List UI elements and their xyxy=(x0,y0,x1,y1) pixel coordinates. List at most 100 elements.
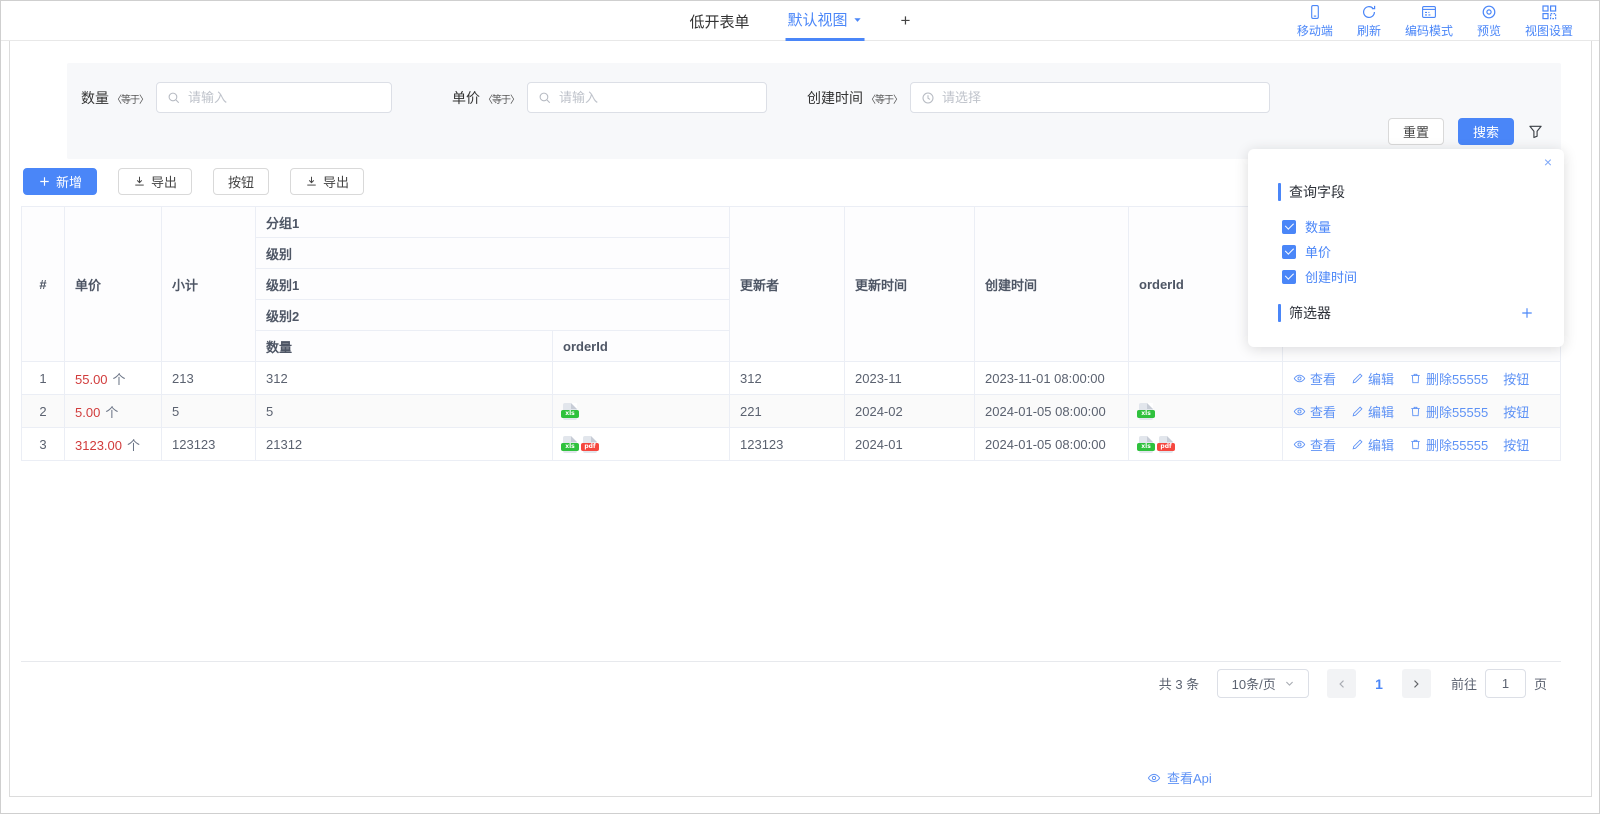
view-link[interactable]: 查看 xyxy=(1293,402,1336,421)
search-icon xyxy=(167,91,181,105)
update-time-cell: 2024-01 xyxy=(845,428,975,461)
checkbox-checked-icon[interactable] xyxy=(1282,270,1296,284)
view-settings-button[interactable]: 视图设置 xyxy=(1525,4,1573,39)
goto-page-input[interactable] xyxy=(1485,669,1526,698)
next-page-button[interactable] xyxy=(1402,669,1431,698)
col-subtotal: 小计 xyxy=(162,207,256,362)
pdf-file-icon[interactable]: pdf xyxy=(1159,436,1173,453)
search-button[interactable]: 搜索 xyxy=(1458,118,1514,145)
pencil-icon xyxy=(1351,438,1364,451)
nested-order-id-cell: xls xyxy=(553,395,730,428)
add-filter-plus-icon[interactable] xyxy=(1520,306,1534,320)
search-fields-row: 数量 〈等于〉 单价 〈等于〉 xyxy=(67,63,1561,113)
order-id-cell: xlspdf xyxy=(1129,428,1283,461)
edit-link[interactable]: 编辑 xyxy=(1351,435,1394,454)
excel-file-icon[interactable]: xls xyxy=(563,403,577,420)
close-icon[interactable]: × xyxy=(1544,155,1552,169)
generic-button[interactable]: 按钮 xyxy=(213,168,269,195)
checkbox-checked-icon[interactable] xyxy=(1282,245,1296,259)
view-settings-icon xyxy=(1541,4,1557,20)
excel-file-icon[interactable]: xls xyxy=(1139,436,1153,453)
page-size-select[interactable]: 10条/页 xyxy=(1217,669,1309,698)
add-button[interactable]: 新增 xyxy=(23,168,97,195)
current-page[interactable]: 1 xyxy=(1375,676,1383,692)
code-mode-button[interactable]: 编码模式 xyxy=(1405,4,1453,39)
reset-button[interactable]: 重置 xyxy=(1388,118,1444,145)
query-fields-title: 查询字段 xyxy=(1278,182,1564,202)
price-cell: 5.00个 xyxy=(65,395,162,428)
filters-title: 筛选器 xyxy=(1278,303,1331,323)
excel-file-icon[interactable]: xls xyxy=(1139,403,1153,420)
create-time-cell: 2023-11-01 08:00:00 xyxy=(975,362,1129,395)
col-level2: 级别2 xyxy=(256,300,730,331)
view-api-link[interactable]: 查看Api xyxy=(1147,768,1212,787)
mobile-preview-button[interactable]: 移动端 xyxy=(1297,4,1333,39)
col-nested-order-id: orderId xyxy=(553,331,730,362)
delete-link[interactable]: 删除55555 xyxy=(1409,435,1488,454)
table-row: 3 3123.00个 123123 21312 xlspdf 123123 20… xyxy=(22,428,1561,461)
create-time-cell: 2024-01-05 08:00:00 xyxy=(975,395,1129,428)
chevron-right-icon xyxy=(1410,678,1422,690)
col-create-time: 创建时间 xyxy=(975,207,1129,362)
clock-icon xyxy=(921,91,935,105)
excel-file-icon[interactable]: xls xyxy=(563,436,577,453)
tab-default-view[interactable]: 默认视图 xyxy=(786,1,865,41)
row-button-link[interactable]: 按钮 xyxy=(1503,435,1529,454)
create-time-input-wrap xyxy=(910,82,1270,113)
view-link[interactable]: 查看 xyxy=(1293,435,1336,454)
preview-label: 预览 xyxy=(1477,22,1501,39)
subtotal-cell: 123123 xyxy=(162,428,256,461)
pdf-file-icon[interactable]: pdf xyxy=(583,436,597,453)
chevron-down-icon xyxy=(853,15,863,25)
export-button-2[interactable]: 导出 xyxy=(290,168,364,195)
field-checkbox-price[interactable]: 单价 xyxy=(1282,242,1564,261)
pencil-icon xyxy=(1351,405,1364,418)
delete-link[interactable]: 删除55555 xyxy=(1409,369,1488,388)
preview-button[interactable]: 预览 xyxy=(1477,4,1501,39)
price-input-wrap xyxy=(527,82,767,113)
filter-settings-panel: × 查询字段 数量 单价 创建时间 筛选器 xyxy=(1248,149,1564,347)
search-icon xyxy=(538,91,552,105)
price-input[interactable] xyxy=(559,90,756,105)
row-button-link[interactable]: 按钮 xyxy=(1503,402,1529,421)
col-update-time: 更新时间 xyxy=(845,207,975,362)
col-group1: 分组1 xyxy=(256,207,730,238)
create-time-input[interactable] xyxy=(942,90,1259,105)
refresh-button[interactable]: 刷新 xyxy=(1357,4,1381,39)
trash-icon xyxy=(1409,438,1422,451)
col-level: 级别 xyxy=(256,238,730,269)
price-cell: 3123.00个 xyxy=(65,428,162,461)
field-checkbox-quantity[interactable]: 数量 xyxy=(1282,217,1564,236)
quantity-input-wrap xyxy=(156,82,392,113)
tab-add-view[interactable]: + xyxy=(899,1,913,41)
update-time-cell: 2023-11 xyxy=(845,362,975,395)
col-quantity: 数量 xyxy=(256,331,553,362)
view-link[interactable]: 查看 xyxy=(1293,369,1336,388)
trash-icon xyxy=(1409,372,1422,385)
pagination-bar: 共 3 条 10条/页 1 前往 页 xyxy=(21,661,1561,705)
create-time-field-label: 创建时间 xyxy=(807,88,863,108)
quantity-input[interactable] xyxy=(188,90,381,105)
edit-link[interactable]: 编辑 xyxy=(1351,369,1394,388)
edit-link[interactable]: 编辑 xyxy=(1351,402,1394,421)
delete-link[interactable]: 删除55555 xyxy=(1409,402,1488,421)
updater-cell: 312 xyxy=(730,362,845,395)
checkbox-checked-icon[interactable] xyxy=(1282,220,1296,234)
filter-funnel-icon[interactable] xyxy=(1528,124,1543,139)
order-id-cell: xls xyxy=(1129,395,1283,428)
page: 低开表单 默认视图 + 移动端 xyxy=(0,0,1600,814)
quantity-field-label: 数量 xyxy=(81,88,109,108)
row-button-link[interactable]: 按钮 xyxy=(1503,369,1529,388)
col-updater: 更新者 xyxy=(730,207,845,362)
prev-page-button[interactable] xyxy=(1327,669,1356,698)
tab-form-name[interactable]: 低开表单 xyxy=(688,1,752,41)
updater-cell: 123123 xyxy=(730,428,845,461)
create-time-cell: 2024-01-05 08:00:00 xyxy=(975,428,1129,461)
field-checkbox-create-time[interactable]: 创建时间 xyxy=(1282,267,1564,286)
eye-icon xyxy=(1293,405,1306,418)
export-button-1[interactable]: 导出 xyxy=(118,168,192,195)
refresh-label: 刷新 xyxy=(1357,22,1381,39)
create-time-operator: 〈等于〉 xyxy=(866,91,902,106)
nested-order-id-cell xyxy=(553,362,730,395)
price-field-label: 单价 xyxy=(452,88,480,108)
